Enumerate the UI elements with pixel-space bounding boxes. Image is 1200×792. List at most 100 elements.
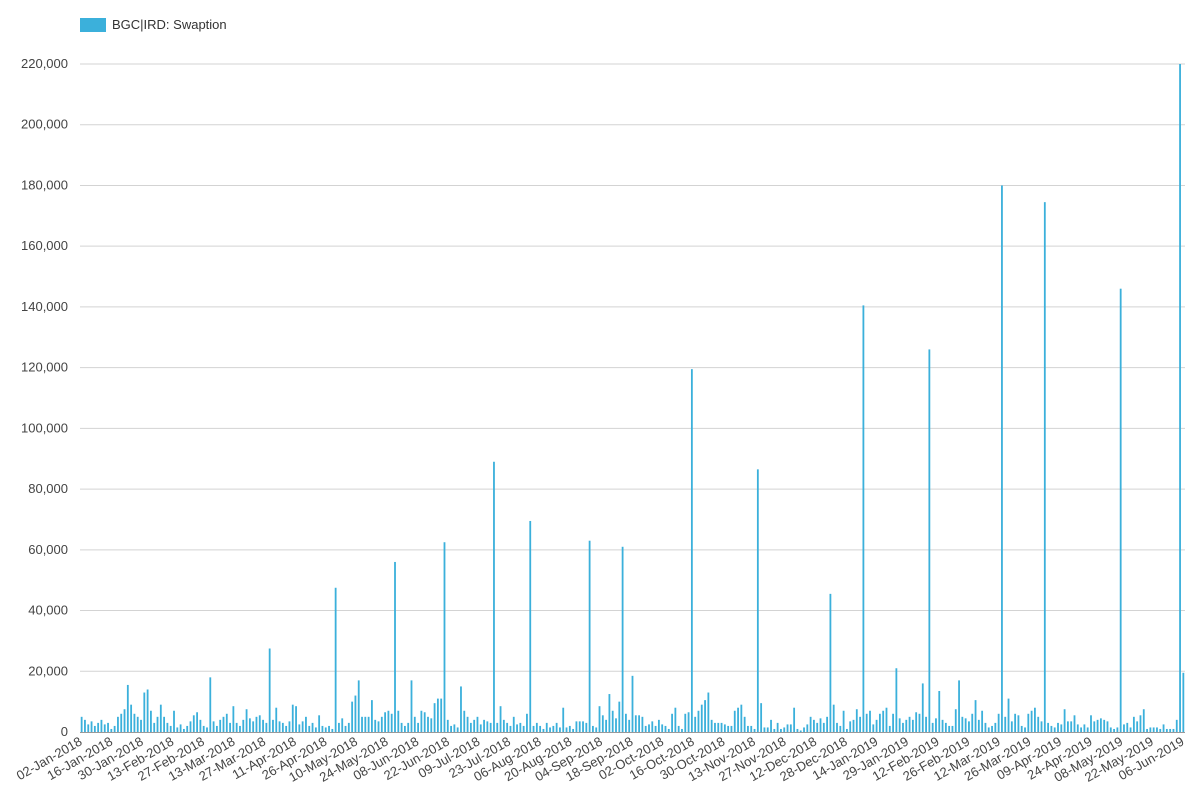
bar[interactable] [321, 725, 324, 732]
bar[interactable] [252, 721, 255, 732]
bar[interactable] [911, 719, 914, 732]
bar[interactable] [928, 349, 931, 732]
bar[interactable] [476, 716, 479, 732]
bar[interactable] [417, 722, 419, 732]
bar[interactable] [542, 728, 545, 732]
bar[interactable] [773, 728, 776, 732]
bar[interactable] [1043, 202, 1046, 732]
bar[interactable] [598, 706, 601, 732]
bar[interactable] [1024, 727, 1026, 732]
bar[interactable] [341, 718, 344, 732]
bar[interactable] [493, 461, 495, 732]
bar[interactable] [799, 730, 802, 732]
bar[interactable] [958, 680, 960, 732]
bar[interactable] [1149, 727, 1152, 732]
bar[interactable] [305, 716, 307, 732]
bar[interactable] [1093, 721, 1096, 732]
bar[interactable] [483, 719, 485, 732]
bar[interactable] [1083, 724, 1086, 732]
bar[interactable] [311, 722, 314, 732]
bar[interactable] [1004, 716, 1007, 732]
bar[interactable] [674, 707, 677, 732]
bar[interactable] [338, 722, 340, 732]
bar[interactable] [552, 725, 555, 732]
bar[interactable] [849, 721, 852, 732]
bar[interactable] [836, 722, 838, 732]
bar[interactable] [450, 725, 452, 732]
bar[interactable] [875, 719, 878, 732]
bar[interactable] [535, 722, 538, 732]
bar[interactable] [1027, 713, 1030, 732]
bar[interactable] [710, 719, 713, 732]
bar[interactable] [1139, 715, 1142, 732]
bar[interactable] [951, 725, 954, 732]
bar[interactable] [915, 712, 918, 732]
bar[interactable] [921, 683, 924, 732]
bar[interactable] [176, 727, 179, 732]
bar[interactable] [954, 709, 957, 732]
bar[interactable] [819, 718, 822, 732]
bar[interactable] [1159, 728, 1162, 732]
bar[interactable] [318, 715, 321, 732]
bar[interactable] [235, 722, 238, 732]
bar[interactable] [308, 725, 311, 732]
bar[interactable] [202, 725, 205, 732]
bar[interactable] [1099, 718, 1102, 732]
bar[interactable] [496, 722, 499, 732]
bar[interactable] [367, 716, 370, 732]
bar[interactable] [97, 722, 100, 732]
bar[interactable] [568, 725, 571, 732]
bar[interactable] [648, 724, 650, 732]
bar[interactable] [661, 724, 664, 732]
bar[interactable] [248, 718, 251, 732]
bar[interactable] [291, 704, 294, 732]
bar[interactable] [826, 716, 829, 732]
bar[interactable] [1050, 725, 1053, 732]
bar[interactable] [364, 716, 367, 732]
bar[interactable] [621, 546, 624, 732]
bar[interactable] [473, 719, 476, 732]
bar[interactable] [737, 707, 739, 732]
bar[interactable] [84, 719, 86, 732]
bar[interactable] [657, 719, 660, 732]
bar[interactable] [1063, 709, 1066, 732]
bar[interactable] [245, 709, 248, 732]
bar[interactable] [1060, 724, 1063, 732]
bar[interactable] [684, 713, 687, 732]
bar[interactable] [150, 710, 152, 732]
bar[interactable] [522, 725, 525, 732]
bar[interactable] [347, 722, 350, 732]
bar[interactable] [582, 721, 584, 732]
bar[interactable] [618, 701, 621, 732]
bar[interactable] [357, 680, 360, 732]
bar[interactable] [351, 701, 354, 732]
bar[interactable] [651, 721, 654, 732]
bar[interactable] [466, 716, 469, 732]
bar[interactable] [578, 721, 581, 732]
bar[interactable] [888, 725, 891, 732]
bar[interactable] [628, 719, 631, 732]
bar[interactable] [803, 727, 805, 732]
bar[interactable] [377, 721, 380, 732]
bar[interactable] [733, 710, 736, 732]
bar[interactable] [225, 713, 228, 732]
bar[interactable] [344, 725, 347, 732]
bar[interactable] [1037, 716, 1040, 732]
bar[interactable] [374, 719, 377, 732]
bar[interactable] [789, 724, 792, 732]
bar[interactable] [585, 722, 588, 732]
bar[interactable] [1126, 722, 1129, 732]
bar[interactable] [559, 727, 561, 732]
bar[interactable] [479, 724, 482, 732]
bar[interactable] [968, 721, 970, 732]
bar[interactable] [770, 719, 772, 732]
bar[interactable] [1053, 727, 1056, 732]
bar[interactable] [760, 703, 763, 732]
bar[interactable] [1175, 719, 1178, 732]
bar[interactable] [239, 725, 241, 732]
bar[interactable] [822, 722, 825, 732]
bar[interactable] [714, 722, 716, 732]
bar[interactable] [997, 713, 1000, 732]
bar[interactable] [654, 725, 657, 732]
bar[interactable] [460, 686, 462, 732]
